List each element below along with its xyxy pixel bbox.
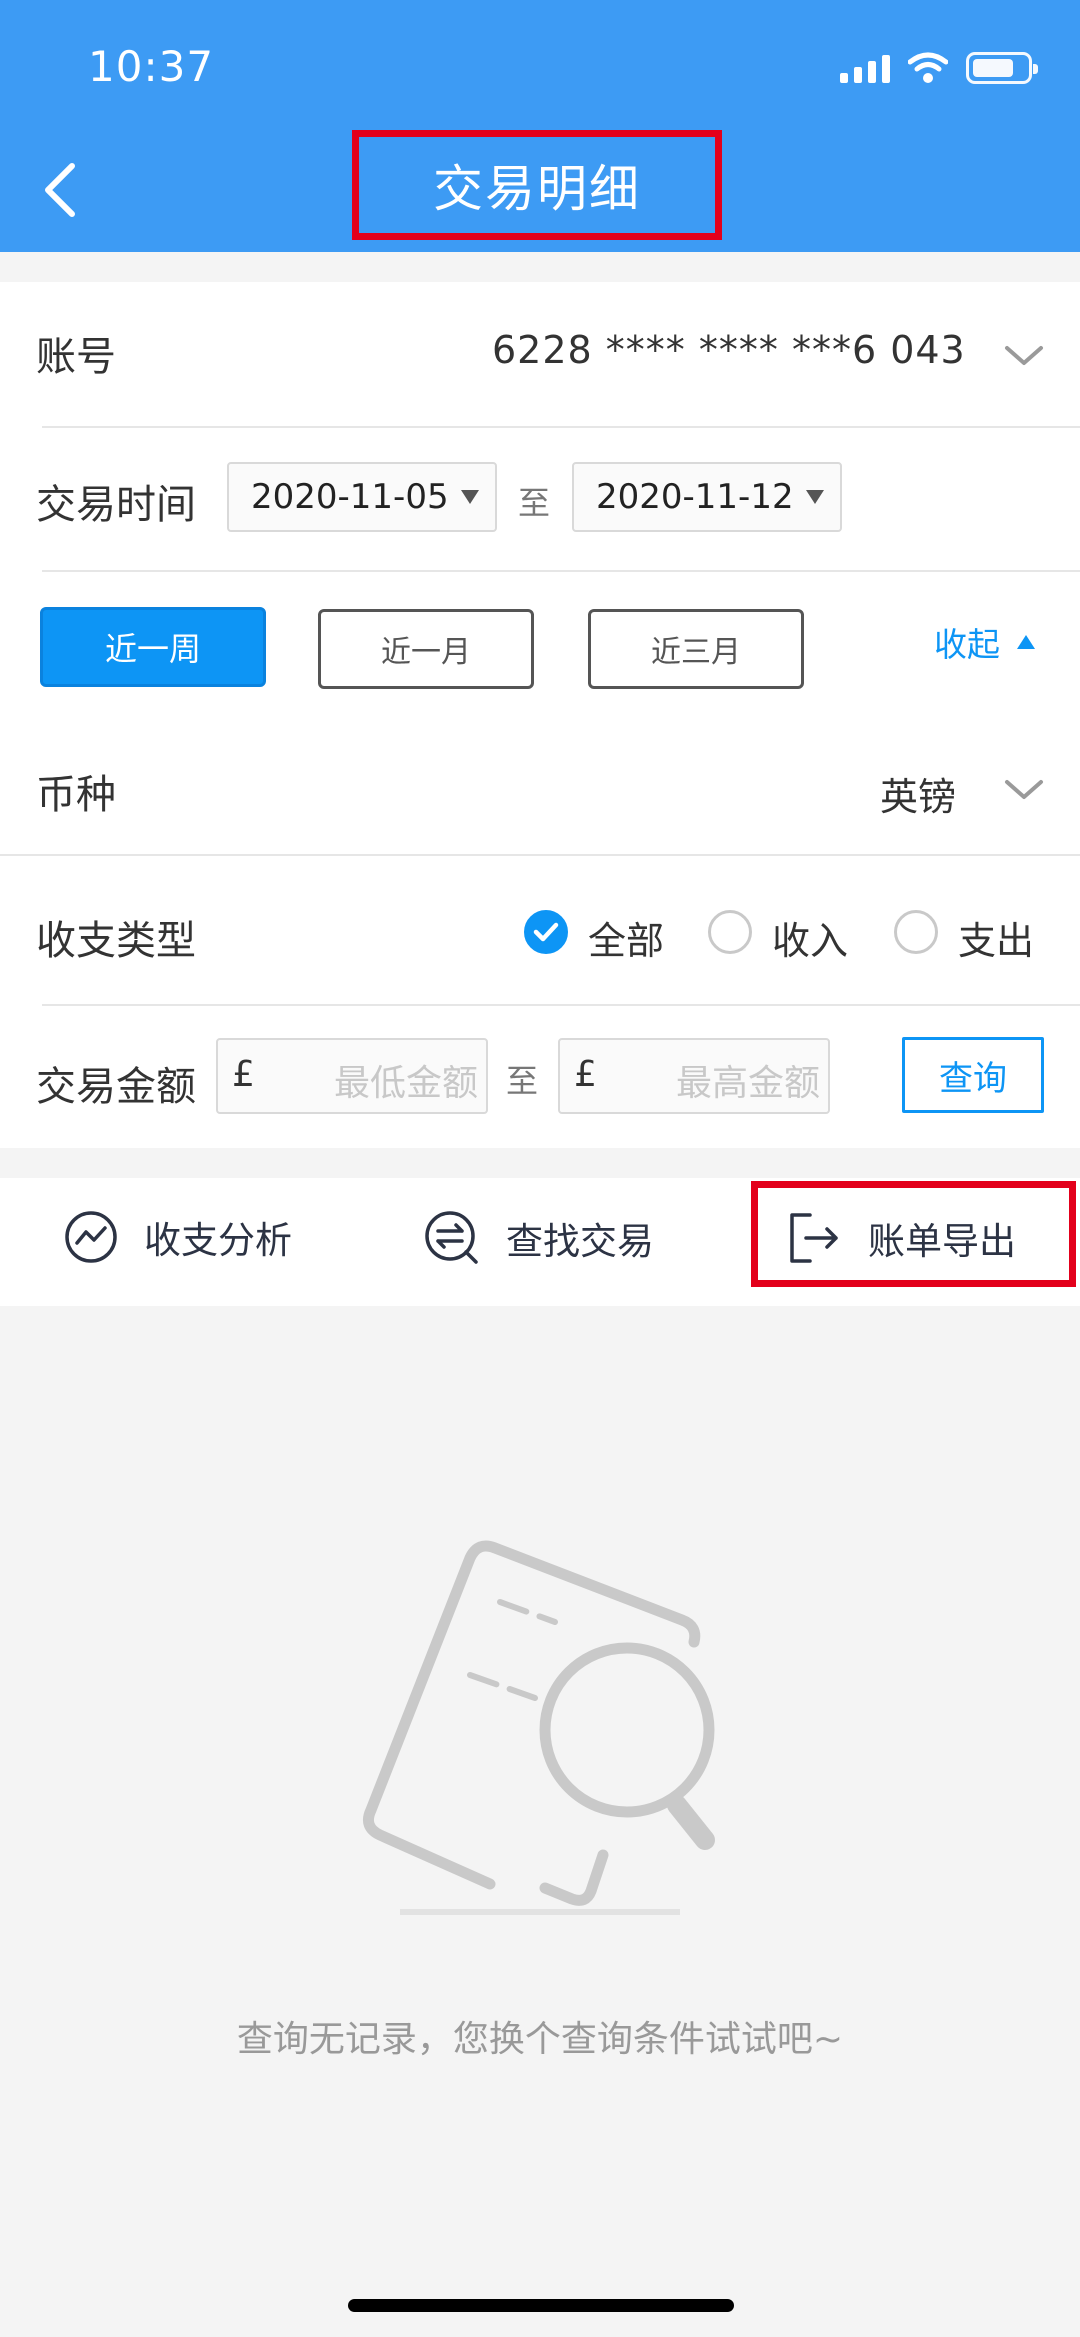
radio-income[interactable] [708,910,752,954]
status-time: 10:37 [88,42,215,91]
amount-label: 交易金额 [36,1064,196,1110]
find-transaction-label: 查找交易 [506,1220,654,1263]
min-amount-input[interactable]: £ 最低金额 [216,1038,488,1114]
signal-icon [840,53,890,83]
page-title: 交易明细 [433,160,641,218]
period-month-button[interactable]: 近一月 [318,609,534,689]
analysis-label: 收支分析 [144,1219,292,1262]
time-label: 交易时间 [36,482,196,528]
dropdown-arrow-icon [461,490,479,504]
status-icons [840,48,1038,88]
radio-expense-label[interactable]: 支出 [958,910,1034,965]
divider [42,1004,1080,1006]
currency-label: 币种 [36,772,116,818]
currency-symbol: £ [232,1054,255,1095]
radio-all-label[interactable]: 全部 [588,910,664,965]
battery-icon [966,52,1038,84]
filter-panel: 账号 6228 **** **** ***6 043 交易时间 2020-11-… [0,282,1080,1148]
find-transaction-tool[interactable]: 查找交易 [424,1210,654,1266]
end-date-select[interactable]: 2020-11-12 [572,462,842,532]
query-button[interactable]: 查询 [902,1037,1044,1113]
max-amount-input[interactable]: £ 最高金额 [558,1038,830,1114]
empty-state-message: 查询无记录，您换个查询条件试试吧~ [236,2019,844,2060]
min-amount-placeholder: 最低金额 [333,1063,478,1104]
max-amount-placeholder: 最高金额 [675,1063,820,1104]
app-header: 10:37 交易明细 [0,0,1080,252]
currency-value[interactable]: 英镑 [880,766,956,821]
divider [42,570,1080,572]
chevron-down-icon[interactable] [1004,344,1044,368]
end-date-value: 2020-11-12 [596,477,794,517]
chevron-left-icon [45,163,75,217]
home-indicator[interactable] [348,2299,734,2312]
start-date-value: 2020-11-05 [251,477,449,517]
divider [42,426,1080,428]
chevron-down-icon[interactable] [1004,778,1044,802]
empty-search-illustration-icon [363,1540,715,1915]
triangle-up-icon [1017,635,1035,649]
collapse-label: 收起 [934,625,1000,664]
account-label: 账号 [36,334,116,380]
divider [0,854,1080,856]
radio-expense[interactable] [894,910,938,954]
export-highlight [751,1181,1076,1287]
currency-symbol: £ [574,1054,597,1095]
checkmark-icon [533,922,559,942]
radio-all[interactable] [524,910,568,954]
swap-search-icon [425,1211,478,1264]
dropdown-arrow-icon [806,490,824,504]
collapse-toggle[interactable]: 收起 [934,618,1036,666]
analysis-tool[interactable]: 收支分析 [64,1210,292,1264]
period-week-button[interactable]: 近一周 [40,607,266,687]
page-title-highlight: 交易明细 [352,130,722,240]
period-three-months-button[interactable]: 近三月 [588,609,804,689]
back-button[interactable] [20,150,100,230]
trend-icon [65,1211,117,1263]
radio-income-label[interactable]: 收入 [772,910,848,965]
start-date-select[interactable]: 2020-11-05 [227,462,497,532]
type-label: 收支类型 [36,918,196,964]
amount-separator: 至 [506,1062,539,1100]
wifi-icon [908,52,948,83]
account-number[interactable]: 6228 **** **** ***6 043 [492,328,966,372]
date-separator: 至 [518,484,551,522]
